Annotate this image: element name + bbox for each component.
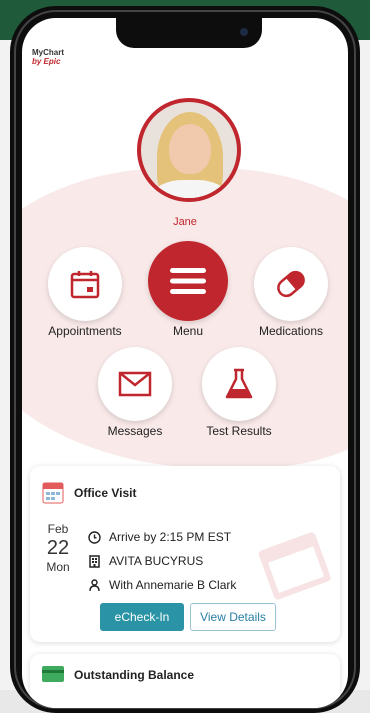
medications-button[interactable] xyxy=(254,247,328,321)
credit-card-icon xyxy=(42,666,64,682)
calendar-watermark-icon xyxy=(258,532,331,600)
arrival-time-row: Arrive by 2:15 PM EST xyxy=(88,530,231,544)
avatar-face xyxy=(169,124,211,174)
clock-icon xyxy=(88,530,101,544)
view-details-button[interactable]: View Details xyxy=(190,603,276,631)
appointment-card[interactable]: Office Visit Feb 22 Mon Arrive by 2:15 P… xyxy=(30,466,340,642)
appointment-title: Office Visit xyxy=(74,486,137,500)
appointment-day: 22 xyxy=(46,537,70,559)
avatar[interactable] xyxy=(137,98,241,202)
location-row: AVITA BUCYRUS xyxy=(88,554,203,568)
provider-text: With Annemarie B Clark xyxy=(109,578,237,592)
user-name: Jane xyxy=(173,216,197,228)
provider-row: With Annemarie B Clark xyxy=(88,578,236,592)
medications-label: Medications xyxy=(258,324,324,338)
test-results-button[interactable] xyxy=(202,347,276,421)
balance-card[interactable]: Outstanding Balance xyxy=(30,654,340,708)
echeck-in-button[interactable]: eCheck-In xyxy=(100,603,184,631)
appointment-weekday: Mon xyxy=(46,560,70,574)
mychart-logo: MyChart by Epic xyxy=(32,48,64,66)
calendar-icon xyxy=(70,271,100,299)
pill-icon xyxy=(277,270,305,298)
test-results-label: Test Results xyxy=(206,424,272,438)
appointment-calendar-icon xyxy=(42,482,64,504)
appointment-date: Feb 22 Mon xyxy=(38,522,78,574)
menu-label: Menu xyxy=(172,324,204,338)
camera-icon xyxy=(240,28,248,36)
arrival-time-text: Arrive by 2:15 PM EST xyxy=(109,530,232,544)
menu-button[interactable] xyxy=(148,241,228,321)
messages-button[interactable] xyxy=(98,347,172,421)
logo-subtext: by Epic xyxy=(32,57,61,66)
appointment-month: Feb xyxy=(47,522,69,536)
messages-label: Messages xyxy=(107,424,163,438)
appointments-label: Appointments xyxy=(48,324,122,338)
appointments-button[interactable] xyxy=(48,247,122,321)
hamburger-menu-icon xyxy=(170,268,206,294)
building-icon xyxy=(89,554,100,568)
phone-frame: MyChart by Epic Jane Appointments Menu M… xyxy=(10,6,360,713)
logo-text: MyChart xyxy=(32,48,65,57)
phone-notch xyxy=(116,18,262,48)
location-text: AVITA BUCYRUS xyxy=(109,554,204,568)
balance-title: Outstanding Balance xyxy=(74,668,195,682)
provider-icon xyxy=(89,578,100,591)
flask-icon xyxy=(225,368,253,399)
phone-screen: MyChart by Epic Jane Appointments Menu M… xyxy=(22,18,348,708)
envelope-icon xyxy=(118,371,152,397)
